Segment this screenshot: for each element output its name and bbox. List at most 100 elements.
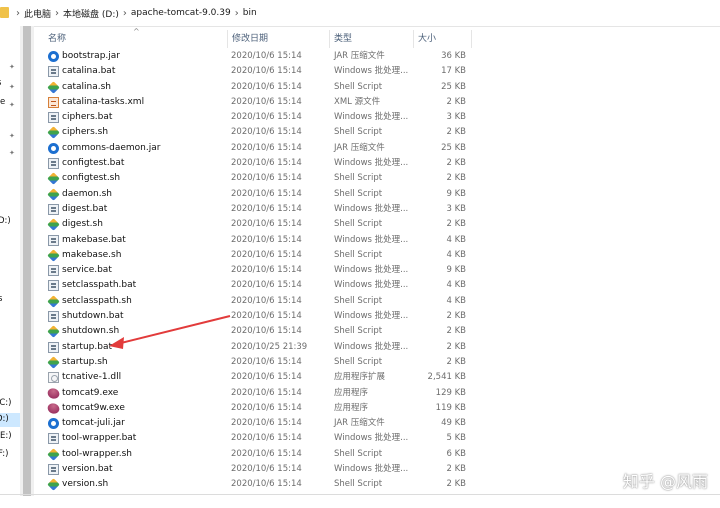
bat-icon — [48, 234, 59, 246]
file-size: 9 KB — [446, 188, 466, 199]
file-row[interactable]: tomcat9w.exe 2020/10/6 15:14 应用程序 119 KB — [44, 401, 472, 416]
file-row[interactable]: makebase.bat 2020/10/6 15:14 Windows 批处理..… — [44, 233, 472, 248]
nav-item-drive-c[interactable]: (C:) — [0, 398, 20, 408]
file-type: Windows 批处理... — [334, 203, 409, 214]
file-size: 4 KB — [446, 249, 466, 260]
file-size: 4 KB — [446, 280, 466, 291]
sh-icon — [47, 187, 60, 201]
nav-item-quick-3[interactable]: s — [0, 294, 20, 304]
pin-icon[interactable]: ✦ — [9, 64, 15, 71]
column-size[interactable]: 大小 — [414, 30, 472, 48]
file-type: Shell Script — [334, 127, 383, 138]
file-type: Windows 批处理... — [334, 234, 409, 245]
file-size: 2 KB — [446, 219, 466, 230]
file-type: Windows 批处理... — [334, 311, 409, 322]
file-row[interactable]: setclasspath.sh 2020/10/6 15:14 Shell Scri… — [44, 294, 472, 309]
breadcrumb-drive-d[interactable]: 本地磁盘 (D:) — [63, 7, 119, 20]
nav-item-drive-f[interactable]: F:) — [0, 449, 20, 459]
pin-icon[interactable]: ✦ — [9, 133, 15, 140]
pin-icon[interactable]: ✦ — [9, 150, 15, 157]
breadcrumb-bin[interactable]: bin — [243, 8, 257, 18]
file-row[interactable]: shutdown.bat 2020/10/6 15:14 Windows 批处理..… — [44, 309, 472, 324]
file-date: 2020/10/6 15:14 — [231, 51, 302, 61]
file-row[interactable]: version.bat 2020/10/6 15:14 Windows 批处理...… — [44, 462, 472, 477]
file-row[interactable]: digest.bat 2020/10/6 15:14 Windows 批处理... 3… — [44, 202, 472, 217]
file-date: 2020/10/6 15:14 — [231, 142, 302, 153]
file-row[interactable]: bootstrap.jar 2020/10/6 15:14 JAR 压缩文件 36 K… — [44, 49, 472, 64]
file-size: 119 KB — [435, 402, 466, 413]
chevron-right-icon[interactable]: › — [12, 8, 24, 19]
file-row[interactable]: ciphers.bat 2020/10/6 15:14 Windows 批处理...… — [44, 110, 472, 125]
file-type: Windows 批处理... — [334, 112, 409, 123]
file-row[interactable]: setclasspath.bat 2020/10/6 15:14 Windows 批… — [44, 278, 472, 293]
file-name: catalina-tasks.xml — [62, 96, 145, 107]
file-date: 2020/10/6 15:14 — [231, 311, 302, 322]
column-type[interactable]: 类型 — [330, 30, 414, 48]
chevron-right-icon[interactable]: › — [51, 8, 63, 19]
file-row[interactable]: catalina.sh 2020/10/6 15:14 Shell Script 25… — [44, 80, 472, 95]
pin-icon[interactable]: ✦ — [9, 84, 15, 91]
file-row[interactable]: catalina.bat 2020/10/6 15:14 Windows 批处理..… — [44, 64, 472, 79]
nav-item-drive-d[interactable]: D:) — [0, 216, 20, 226]
bat-icon — [48, 311, 59, 323]
file-row[interactable]: tool-wrapper.sh 2020/10/6 15:14 Shell Scri… — [44, 447, 472, 462]
file-row[interactable]: daemon.sh 2020/10/6 15:14 Shell Script 9 KB — [44, 187, 472, 202]
nav-scrollbar[interactable] — [20, 26, 34, 496]
file-row[interactable]: shutdown.sh 2020/10/6 15:14 Shell Script 2 … — [44, 324, 472, 339]
file-row[interactable]: commons-daemon.jar 2020/10/6 15:14 JAR 压缩文… — [44, 141, 472, 156]
column-date[interactable]: 修改日期 — [228, 30, 330, 48]
nav-item-drive-d-selected[interactable]: D:) — [0, 414, 20, 424]
sh-icon — [47, 478, 60, 492]
file-row[interactable]: tool-wrapper.bat 2020/10/6 15:14 Windows 批… — [44, 431, 472, 446]
file-name: tomcat9.exe — [62, 387, 119, 398]
breadcrumb: › 此电脑 › 本地磁盘 (D:) › apache-tomcat-9.0.39… — [12, 0, 257, 26]
file-name: configtest.bat — [62, 158, 125, 169]
exe-icon — [46, 385, 61, 401]
file-size: 36 KB — [441, 51, 466, 61]
chevron-right-icon[interactable]: › — [119, 8, 131, 19]
file-date: 2020/10/6 15:14 — [231, 173, 302, 184]
file-row[interactable]: tcnative-1.dll 2020/10/6 15:14 应用程序扩展 2,541… — [44, 370, 472, 385]
file-row[interactable]: configtest.bat 2020/10/6 15:14 Windows 批处理… — [44, 156, 472, 171]
nav-scrollbar-thumb[interactable] — [23, 26, 31, 496]
file-date: 2020/10/6 15:14 — [231, 265, 302, 276]
pin-icon[interactable]: ✦ — [9, 102, 15, 109]
file-row[interactable]: catalina-tasks.xml 2020/10/6 15:14 XML 源文件… — [44, 95, 472, 110]
file-date: 2020/10/6 15:14 — [231, 479, 302, 490]
column-name[interactable]: 名称 — [44, 30, 228, 48]
file-row[interactable]: service.bat 2020/10/6 15:14 Windows 批处理...… — [44, 263, 472, 278]
bat-icon — [48, 66, 59, 78]
file-row[interactable]: version.sh 2020/10/6 15:14 Shell Script 2 K… — [44, 477, 472, 492]
file-type: Windows 批处理... — [334, 341, 409, 352]
column-header: ^ 名称 修改日期 类型 大小 — [44, 27, 472, 48]
file-date: 2020/10/6 15:14 — [231, 127, 302, 138]
breadcrumb-tomcat[interactable]: apache-tomcat-9.0.39 — [131, 8, 231, 18]
sh-icon — [47, 295, 60, 308]
file-row[interactable]: tomcat9.exe 2020/10/6 15:14 应用程序 129 KB — [44, 385, 472, 401]
nav-item-drive-e[interactable]: (E:) — [0, 431, 18, 441]
file-type: Shell Script — [334, 249, 383, 260]
xml-icon — [48, 96, 59, 108]
file-row[interactable]: digest.sh 2020/10/6 15:14 Shell Script 2 KB — [44, 217, 472, 232]
file-date: 2020/10/6 15:14 — [231, 326, 302, 337]
file-name: daemon.sh — [62, 188, 112, 199]
file-size: 2 KB — [446, 311, 466, 322]
file-date: 2020/10/6 15:14 — [231, 249, 302, 260]
bat-icon — [48, 341, 59, 353]
chevron-right-icon[interactable]: › — [231, 8, 243, 19]
breadcrumb-this-pc[interactable]: 此电脑 — [24, 7, 51, 20]
file-row[interactable]: ciphers.sh 2020/10/6 15:14 Shell Script 2 K… — [44, 125, 472, 140]
file-date: 2020/10/6 15:14 — [231, 219, 302, 230]
file-row[interactable]: tomcat-juli.jar 2020/10/6 15:14 JAR 压缩文件 49… — [44, 416, 472, 431]
file-row[interactable]: startup.bat 2020/10/25 21:39 Windows 批处理..… — [44, 340, 472, 355]
file-date: 2020/10/6 15:14 — [231, 96, 302, 107]
file-size: 25 KB — [441, 81, 466, 92]
file-name: tomcat9w.exe — [62, 402, 125, 413]
file-name: tcnative-1.dll — [62, 372, 122, 383]
file-row[interactable]: makebase.sh 2020/10/6 15:14 Shell Script 4 … — [44, 248, 472, 263]
sh-icon — [47, 126, 60, 140]
address-bar[interactable]: › 此电脑 › 本地磁盘 (D:) › apache-tomcat-9.0.39… — [0, 0, 720, 27]
file-row[interactable]: startup.sh 2020/10/6 15:14 Shell Script 2 K… — [44, 355, 472, 370]
file-type: Windows 批处理... — [334, 158, 409, 169]
file-row[interactable]: configtest.sh 2020/10/6 15:14 Shell Script… — [44, 171, 472, 186]
